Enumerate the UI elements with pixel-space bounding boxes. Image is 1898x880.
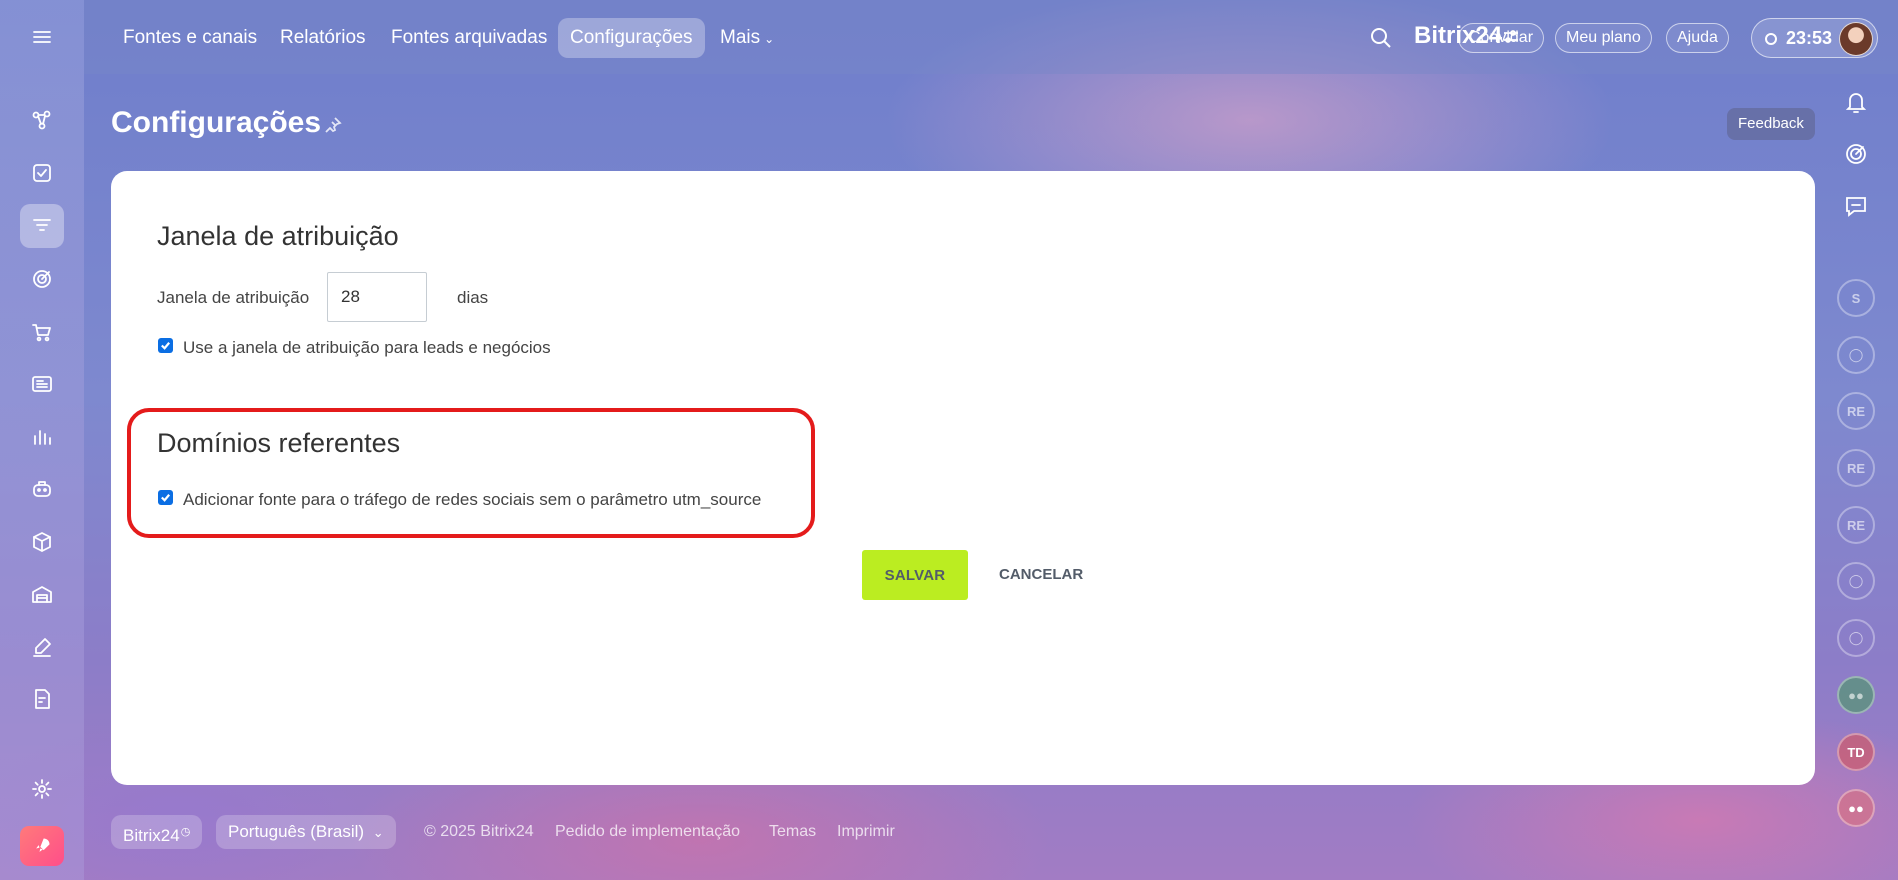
chat-icon[interactable] (1842, 192, 1870, 220)
settings-icon[interactable] (20, 767, 64, 811)
sign-icon[interactable] (20, 625, 64, 669)
avatar[interactable] (1839, 22, 1873, 56)
sites-icon[interactable] (20, 362, 64, 406)
language-selector[interactable]: Português (Brasil) ⌄ (216, 815, 396, 849)
tab-configuracoes[interactable]: Configurações (558, 18, 705, 58)
chat-avatar[interactable]: S (1837, 279, 1875, 317)
attribution-unit-label: dias (457, 288, 489, 307)
footer-link-themes[interactable]: Temas (769, 823, 816, 841)
group-chat-avatar[interactable]: ●● (1837, 676, 1875, 714)
search-icon[interactable] (1369, 26, 1393, 50)
invite-button[interactable]: Convidar (1458, 23, 1545, 53)
group-chat-avatar[interactable]: ●● (1837, 789, 1875, 827)
tab-fontes-arquivadas[interactable]: Fontes arquivadas (379, 18, 559, 58)
radar-icon[interactable] (1842, 140, 1870, 168)
attribution-checkbox[interactable] (158, 338, 173, 353)
page-title: Configurações (111, 106, 322, 139)
tab-mais[interactable]: Mais ⌄ (708, 18, 786, 58)
crm-icon[interactable] (20, 98, 64, 142)
top-bar: Fontes e canais Relatórios Fontes arquiv… (84, 0, 1898, 74)
save-button[interactable]: SALVAR (862, 550, 968, 600)
analytics-icon[interactable] (20, 204, 64, 248)
chat-avatar[interactable]: RE (1837, 392, 1875, 430)
tasks-icon[interactable] (20, 151, 64, 195)
chat-avatar[interactable]: ◯ (1837, 562, 1875, 600)
chat-avatar[interactable]: TD (1837, 733, 1875, 771)
tab-relatorios[interactable]: Relatórios (268, 18, 378, 58)
footer-brand-label: Bitrix24 (123, 826, 180, 845)
feedback-button[interactable]: Feedback (1727, 108, 1815, 140)
bell-icon[interactable] (1842, 88, 1870, 116)
clock-icon: ◷ (180, 826, 191, 838)
rocket-icon[interactable] (20, 826, 64, 866)
bot-icon[interactable] (20, 467, 64, 511)
menu-icon[interactable] (20, 15, 64, 59)
marketing-icon[interactable] (20, 257, 64, 301)
footer-link-print[interactable]: Imprimir (837, 823, 895, 841)
chevron-down-icon: ⌄ (764, 32, 775, 46)
chat-avatar[interactable]: RE (1837, 506, 1875, 544)
my-plan-button[interactable]: Meu plano (1555, 23, 1652, 53)
chat-avatar[interactable]: ◯ (1837, 619, 1875, 657)
chevron-down-icon: ⌄ (372, 825, 384, 840)
chat-avatar[interactable]: RE (1837, 449, 1875, 487)
tab-mais-label: Mais (720, 27, 761, 48)
referrers-section-title: Domínios referentes (157, 428, 401, 458)
tab-fontes-e-canais[interactable]: Fontes e canais (111, 18, 269, 58)
shop-icon[interactable] (20, 310, 64, 354)
settings-card: Janela de atribuição Janela de atribuiçã… (111, 171, 1815, 785)
timeman-widget[interactable]: 23:53 (1751, 18, 1878, 58)
left-sidebar (0, 0, 84, 880)
footer-copyright: © 2025 Bitrix24 (424, 823, 534, 840)
social-traffic-checkbox[interactable] (158, 490, 173, 505)
clock-time: 23:53 (1786, 28, 1833, 48)
footer-brand-button[interactable]: Bitrix24◷ (111, 815, 203, 849)
cancel-button[interactable]: CANCELAR (987, 550, 1095, 600)
chat-avatar[interactable]: ◯ (1837, 336, 1875, 374)
attribution-window-input[interactable] (327, 272, 427, 322)
pin-icon[interactable] (324, 116, 342, 134)
help-button[interactable]: Ajuda (1666, 23, 1729, 53)
attribution-section-title: Janela de atribuição (157, 221, 399, 251)
inventory-icon[interactable] (20, 520, 64, 564)
reports-icon[interactable] (20, 415, 64, 459)
attribution-checkbox-label[interactable]: Use a janela de atribuição para leads e … (183, 338, 551, 358)
language-label: Português (Brasil) (228, 822, 365, 841)
docs-icon[interactable] (20, 677, 64, 721)
right-rail: S ◯ RE RE RE ◯ ◯ ●● TD ●● (1814, 74, 1898, 880)
social-traffic-checkbox-label[interactable]: Adicionar fonte para o tráfego de redes … (183, 490, 761, 510)
clock-icon (1765, 33, 1777, 45)
attribution-window-label: Janela de atribuição (157, 288, 310, 307)
warehouse-icon[interactable] (20, 572, 64, 616)
footer-link-implementation[interactable]: Pedido de implementação (555, 823, 740, 841)
